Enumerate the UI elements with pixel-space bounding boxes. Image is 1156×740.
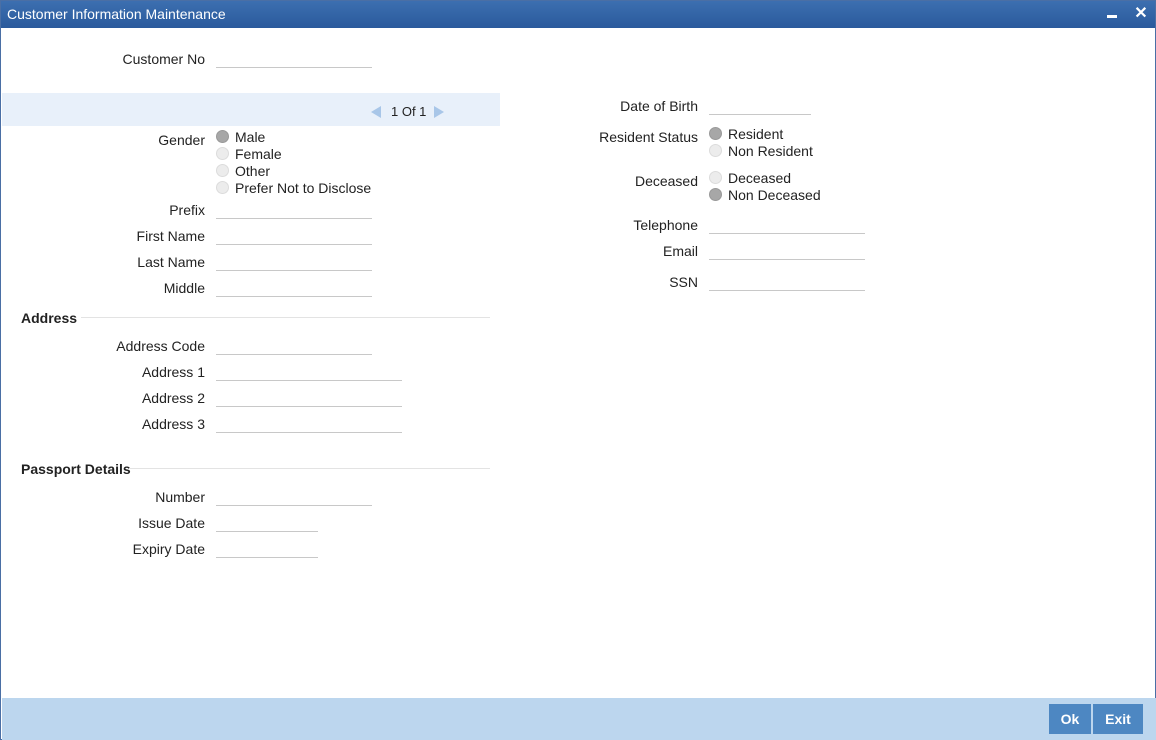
prefix-label: Prefix — [169, 202, 205, 218]
email-label: Email — [662, 243, 698, 259]
radio-deceased-icon[interactable] — [709, 171, 722, 184]
address-3-input[interactable] — [216, 414, 402, 433]
telephone-input[interactable] — [709, 215, 865, 234]
first-name-input[interactable] — [216, 226, 372, 245]
pager-text: 1 Of 1 — [391, 104, 427, 119]
expiry-date-label: Expiry Date — [132, 541, 205, 557]
radio-resident-icon[interactable] — [709, 127, 722, 140]
telephone-label: Telephone — [633, 217, 698, 233]
customer-info-window: Customer Information Maintenance ✕ Custo… — [0, 0, 1156, 740]
address-code-input[interactable] — [216, 336, 372, 355]
gender-option-label: Male — [235, 128, 266, 145]
gender-male-option[interactable]: Male — [216, 128, 265, 145]
issue-date-input[interactable] — [216, 513, 318, 532]
title-bar: Customer Information Maintenance ✕ — [1, 1, 1155, 28]
radio-non-resident-icon[interactable] — [709, 144, 722, 157]
last-name-label: Last Name — [137, 254, 205, 270]
gender-female-option[interactable]: Female — [216, 145, 282, 162]
resident-option[interactable]: Resident — [709, 125, 783, 142]
deceased-label: Deceased — [634, 173, 698, 189]
resident-option-label: Resident — [728, 125, 784, 142]
address-section-title: Address — [21, 310, 78, 326]
radio-other-icon[interactable] — [216, 164, 229, 177]
dob-label: Date of Birth — [620, 98, 698, 114]
deceased-option-label: Non Deceased — [728, 186, 821, 203]
passport-section-title: Passport Details — [21, 461, 131, 477]
last-name-input[interactable] — [216, 252, 372, 271]
gender-option-label: Prefer Not to Disclose — [235, 179, 372, 196]
customer-no-label: Customer No — [122, 51, 205, 67]
prefix-input[interactable] — [216, 200, 372, 219]
non-deceased-option[interactable]: Non Deceased — [709, 186, 821, 203]
address-1-input[interactable] — [216, 362, 402, 381]
gender-label: Gender — [158, 132, 205, 148]
radio-prefer-not-icon[interactable] — [216, 181, 229, 194]
gender-option-label: Female — [235, 145, 282, 162]
middle-name-label: Middle — [163, 280, 205, 296]
ok-button[interactable]: Ok — [1049, 704, 1091, 734]
first-name-label: First Name — [136, 228, 205, 244]
next-record-icon[interactable] — [434, 105, 445, 118]
address-1-label: Address 1 — [141, 364, 205, 380]
passport-number-label: Number — [155, 489, 205, 505]
gender-option-label: Other — [235, 162, 271, 179]
address-2-input[interactable] — [216, 388, 402, 407]
middle-name-input[interactable] — [216, 278, 372, 297]
resident-status-label: Resident Status — [599, 129, 698, 145]
prev-record-icon[interactable] — [371, 105, 381, 118]
passport-number-input[interactable] — [216, 487, 372, 506]
address-divider — [81, 317, 490, 318]
record-pager: 1 Of 1 — [371, 104, 445, 119]
ssn-input[interactable] — [709, 272, 865, 291]
issue-date-label: Issue Date — [138, 515, 205, 531]
expiry-date-input[interactable] — [216, 539, 318, 558]
window-title: Customer Information Maintenance — [7, 6, 226, 22]
radio-male-icon[interactable] — [216, 130, 229, 143]
gender-prefer-not-option[interactable]: Prefer Not to Disclose — [216, 179, 371, 196]
resident-option-label: Non Resident — [728, 142, 813, 159]
dob-input[interactable] — [709, 96, 811, 115]
radio-female-icon[interactable] — [216, 147, 229, 160]
address-3-label: Address 3 — [141, 416, 205, 432]
deceased-option-label: Deceased — [728, 169, 792, 186]
radio-non-deceased-icon[interactable] — [709, 188, 722, 201]
footer-bar — [2, 698, 1156, 740]
passport-divider — [129, 468, 490, 469]
close-icon[interactable]: ✕ — [1131, 4, 1151, 24]
deceased-option[interactable]: Deceased — [709, 169, 791, 186]
minimize-icon[interactable] — [1102, 4, 1122, 24]
non-resident-option[interactable]: Non Resident — [709, 142, 813, 159]
address-code-label: Address Code — [116, 338, 205, 354]
customer-no-input[interactable] — [216, 49, 372, 68]
email-input[interactable] — [709, 241, 865, 260]
gender-other-option[interactable]: Other — [216, 162, 270, 179]
address-2-label: Address 2 — [141, 390, 205, 406]
ssn-label: SSN — [669, 274, 698, 290]
exit-button[interactable]: Exit — [1093, 704, 1143, 734]
